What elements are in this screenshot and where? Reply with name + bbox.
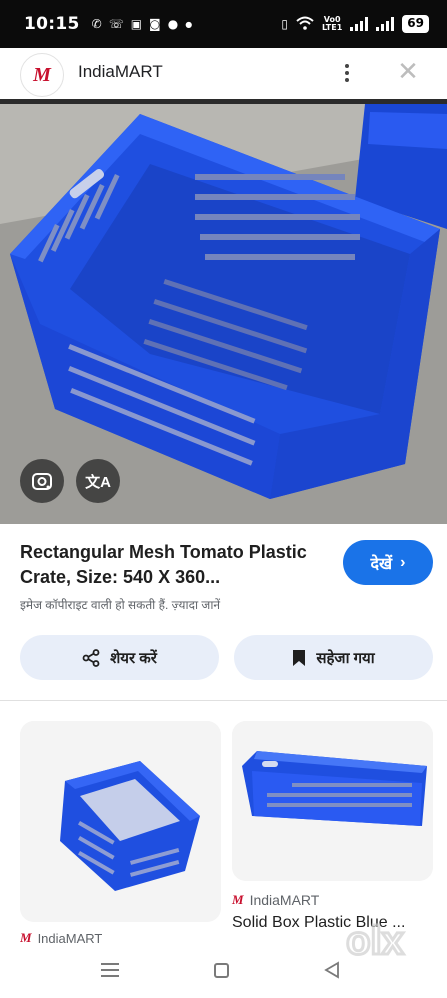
indiamart-mini-logo: M [232, 892, 244, 907]
related-image-2[interactable] [232, 721, 433, 881]
related-image-1[interactable] [20, 721, 221, 922]
signal-1-icon [350, 17, 369, 31]
app-bar: M IndiaMART ✕ [0, 48, 447, 104]
vibrate-icon: ▯ [281, 17, 289, 31]
system-icons: ▯ Vo0 LTE1 69 [281, 15, 429, 33]
home-icon[interactable] [214, 963, 229, 978]
product-image[interactable] [0, 104, 447, 524]
indiamart-mini-logo: M [20, 931, 32, 945]
translate-icon: 文A [85, 473, 111, 491]
more-options-icon[interactable] [335, 58, 359, 88]
section-divider [0, 700, 447, 701]
chevron-right-icon: › [400, 553, 406, 571]
lens-icon [32, 473, 52, 490]
related-source-2: M IndiaMART [232, 892, 319, 908]
dot-icon: ● [185, 19, 193, 29]
watermark-text: olx [346, 919, 404, 963]
signal-2-icon [376, 17, 395, 31]
volte-bottom-text: LTE1 [322, 23, 343, 32]
share-icon [82, 648, 100, 667]
notification-icons: ✆ ☏ ▣ ◙ ● ● [92, 17, 193, 31]
bookmark-icon [293, 649, 306, 666]
message-icon: ● [167, 17, 179, 31]
close-icon[interactable]: ✕ [394, 56, 422, 86]
copyright-note[interactable]: इमेज कॉपीराइट वाली हो सकती हैं. ज़्यादा … [20, 596, 220, 613]
visit-button[interactable]: देखें › [343, 540, 433, 585]
gallery-icon: ▣ [130, 17, 143, 31]
related-source-1-label: IndiaMART [37, 931, 103, 945]
translate-button[interactable]: 文A [76, 459, 120, 503]
saved-label: सहेजा गया [316, 649, 375, 667]
call-icon: ☏ [108, 17, 124, 31]
recent-apps-icon[interactable] [101, 963, 119, 977]
photo-icon: ◙ [149, 17, 161, 31]
visit-label: देखें [370, 555, 393, 573]
lens-search-button[interactable] [20, 459, 64, 503]
related-source-1: M IndiaMART [20, 931, 102, 945]
indiamart-logo[interactable]: M [20, 53, 64, 97]
site-name: IndiaMART [78, 62, 163, 81]
volte-indicator: Vo0 LTE1 [322, 16, 342, 32]
related-source-2-label: IndiaMART [249, 892, 320, 908]
logo-text: M [33, 63, 51, 86]
result-title[interactable]: Rectangular Mesh Tomato Plastic Crate, S… [20, 540, 320, 590]
saved-button[interactable]: सहेजा गया [234, 635, 433, 680]
battery-indicator: 69 [402, 15, 429, 33]
status-time: 10:15 [24, 14, 80, 34]
share-label: शेयर करें [110, 649, 157, 667]
olx-watermark: olx [345, 918, 406, 965]
whatsapp-icon: ✆ [91, 17, 102, 31]
status-bar: 10:15 ✆ ☏ ▣ ◙ ● ● ▯ Vo0 LTE1 69 [0, 0, 447, 48]
wifi-icon [296, 16, 314, 33]
share-button[interactable]: शेयर करें [20, 635, 219, 680]
